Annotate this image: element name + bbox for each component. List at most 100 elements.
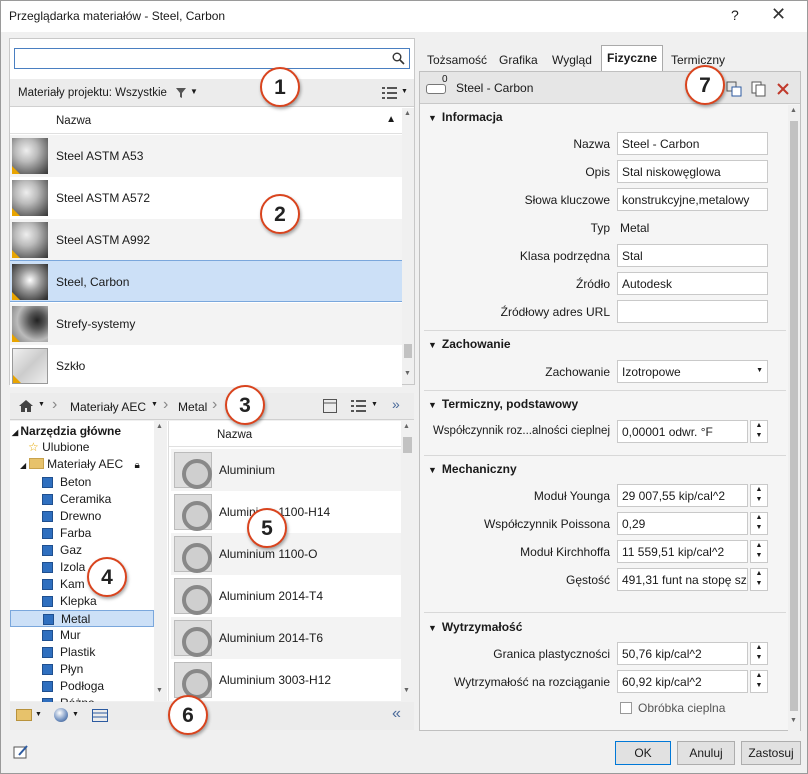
ok-button[interactable]: OK: [615, 741, 671, 765]
sidebar-item-mur[interactable]: Mur: [10, 627, 154, 644]
property-field[interactable]: 0,29: [617, 512, 748, 535]
list-item[interactable]: Aluminium 2014-T6: [171, 617, 401, 659]
sidebar-item-klepka[interactable]: Klepka: [10, 593, 154, 610]
material-editor-icon[interactable]: [13, 744, 29, 760]
project-list-scrollbar[interactable]: ▲ ▼: [402, 108, 414, 384]
home-icon[interactable]: [18, 399, 34, 413]
info-field[interactable]: Steel - Carbon: [617, 132, 768, 155]
property-spinner[interactable]: ▲ ▼: [750, 568, 768, 591]
section-behavior[interactable]: Zachowanie: [428, 337, 511, 351]
library-view-icon[interactable]: [351, 399, 367, 413]
info-label: Źródłowy adres URL: [500, 305, 610, 319]
create-material-icon[interactable]: [54, 708, 68, 722]
open-library-dropdown-icon[interactable]: ▼: [35, 711, 42, 718]
info-field[interactable]: Autodesk: [617, 272, 768, 295]
breadcrumb-dropdown-icon[interactable]: ▼: [151, 401, 158, 408]
behavior-select[interactable]: Izotropowe ▼: [617, 360, 768, 383]
help-button[interactable]: ?: [731, 7, 739, 23]
home-dropdown-icon[interactable]: ▼: [38, 401, 45, 408]
sidebar-item-izola[interactable]: Izola: [10, 559, 154, 576]
sidebar-item-plastik[interactable]: Plastik: [10, 644, 154, 661]
sidebar-item-kam[interactable]: Kam: [10, 576, 154, 593]
view-options-icon[interactable]: [382, 86, 398, 100]
sidebar-item-metal[interactable]: Metal: [10, 610, 154, 627]
list-item[interactable]: Aluminium: [171, 449, 401, 491]
section-header[interactable]: Informacja: [428, 110, 503, 124]
collapse-down-icon[interactable]: »: [392, 396, 400, 412]
breadcrumb-item-metal[interactable]: Metal: [178, 400, 207, 414]
column-name[interactable]: Nazwa: [56, 115, 91, 127]
tab-appearance[interactable]: Wygląd: [552, 53, 592, 67]
property-field[interactable]: 50,76 kip/cal^2: [617, 642, 748, 665]
property-spinner[interactable]: ▲ ▼: [750, 642, 768, 665]
editor-scrollbar[interactable]: ▲ ▼: [788, 105, 800, 731]
section-strength[interactable]: Wytrzymałość: [428, 620, 522, 634]
tree-item-favorites[interactable]: ☆ Ulubione: [28, 440, 89, 454]
property-field[interactable]: 11 559,51 kip/cal^2: [617, 540, 748, 563]
material-thumbnail: [12, 306, 48, 342]
tree-root[interactable]: ◢ Narzędzia główne: [12, 424, 121, 438]
list-item[interactable]: Aluminium 3003-H12: [171, 659, 401, 701]
duplicate-asset-icon[interactable]: [751, 81, 766, 97]
info-field[interactable]: konstrukcyjne,metalowy: [617, 188, 768, 211]
section-thermal[interactable]: Termiczny, podstawowy: [428, 397, 578, 411]
create-material-dropdown-icon[interactable]: ▼: [72, 711, 79, 718]
list-item-selected[interactable]: Steel, Carbon: [10, 260, 402, 302]
info-field[interactable]: [617, 300, 768, 323]
thermal-spinner[interactable]: ▲ ▼: [750, 420, 768, 443]
filter-dropdown-icon[interactable]: ▼: [190, 87, 198, 96]
cancel-button[interactable]: Anuluj: [677, 741, 735, 765]
editor-toggle-icon[interactable]: [92, 709, 108, 722]
tree-item-aec[interactable]: ◢ Materiały AEC 🔒︎: [20, 457, 140, 471]
sidebar-item-podłoga[interactable]: Podłoga: [10, 678, 154, 695]
view-options-dropdown-icon[interactable]: ▼: [401, 88, 408, 95]
list-item[interactable]: Strefy-systemy: [10, 303, 402, 345]
tree-scrollbar[interactable]: ▲ ▼: [154, 421, 167, 701]
property-field[interactable]: 29 007,55 kip/cal^2: [617, 484, 748, 507]
sidebar-item-gaz[interactable]: Gaz: [10, 542, 154, 559]
sidebar-item-drewno[interactable]: Drewno: [10, 508, 154, 525]
close-button[interactable]: ✕: [771, 4, 786, 25]
property-spinner[interactable]: ▲ ▼: [750, 540, 768, 563]
search-icon[interactable]: [392, 52, 405, 65]
sidebar-item-płyn[interactable]: Płyn: [10, 661, 154, 678]
section-mechanical[interactable]: Mechaniczny: [428, 462, 517, 476]
list-item[interactable]: Steel ASTM A53: [10, 135, 402, 177]
tab-graphics[interactable]: Grafika: [499, 53, 538, 67]
library-view-dropdown-icon[interactable]: ▼: [371, 401, 378, 408]
tab-thermal[interactable]: Termiczny: [671, 53, 725, 67]
property-field[interactable]: 60,92 kip/cal^2: [617, 670, 748, 693]
sort-ascending-icon[interactable]: ▲: [386, 114, 396, 125]
list-item[interactable]: Aluminium 1100-O: [171, 533, 401, 575]
list-item[interactable]: Szkło: [10, 345, 402, 387]
sidebar-item-ceramika[interactable]: Ceramika: [10, 491, 154, 508]
apply-button[interactable]: Zastosuj: [741, 741, 801, 765]
property-spinner[interactable]: ▲ ▼: [750, 484, 768, 507]
property-field[interactable]: 491,31 funt na stopę sześ: [617, 568, 748, 591]
property-spinner[interactable]: ▲ ▼: [750, 512, 768, 535]
column-name[interactable]: Nazwa: [217, 429, 252, 441]
project-list-header[interactable]: Nazwa ▲: [10, 108, 402, 134]
collapse-left-icon[interactable]: «: [392, 705, 401, 723]
open-library-icon[interactable]: [16, 709, 32, 721]
thermal-field[interactable]: 0,00001 odwr. °F: [617, 420, 748, 443]
replace-asset-icon[interactable]: [726, 81, 742, 97]
search-input[interactable]: [14, 48, 410, 69]
heat-treatment-checkbox[interactable]: [620, 702, 632, 714]
delete-asset-icon[interactable]: [776, 82, 790, 96]
filter-icon[interactable]: [175, 87, 187, 99]
library-scrollbar[interactable]: ▲ ▼: [401, 421, 414, 701]
panel-toggle-icon[interactable]: [323, 399, 337, 413]
list-item[interactable]: Aluminium 2014-T4: [171, 575, 401, 617]
info-field[interactable]: Stal: [617, 244, 768, 267]
tab-physical[interactable]: Fizyczne: [601, 45, 664, 71]
info-field[interactable]: Stal niskowęglowa: [617, 160, 768, 183]
property-spinner[interactable]: ▲ ▼: [750, 670, 768, 693]
sidebar-item-farba[interactable]: Farba: [10, 525, 154, 542]
list-item[interactable]: Steel ASTM A992: [10, 219, 402, 261]
sidebar-item-beton[interactable]: Beton: [10, 474, 154, 491]
library-list-header[interactable]: Nazwa: [169, 421, 401, 447]
list-item[interactable]: Steel ASTM A572: [10, 177, 402, 219]
breadcrumb-item-aec[interactable]: Materiały AEC: [70, 400, 146, 414]
tab-identity[interactable]: Tożsamość: [427, 53, 487, 67]
